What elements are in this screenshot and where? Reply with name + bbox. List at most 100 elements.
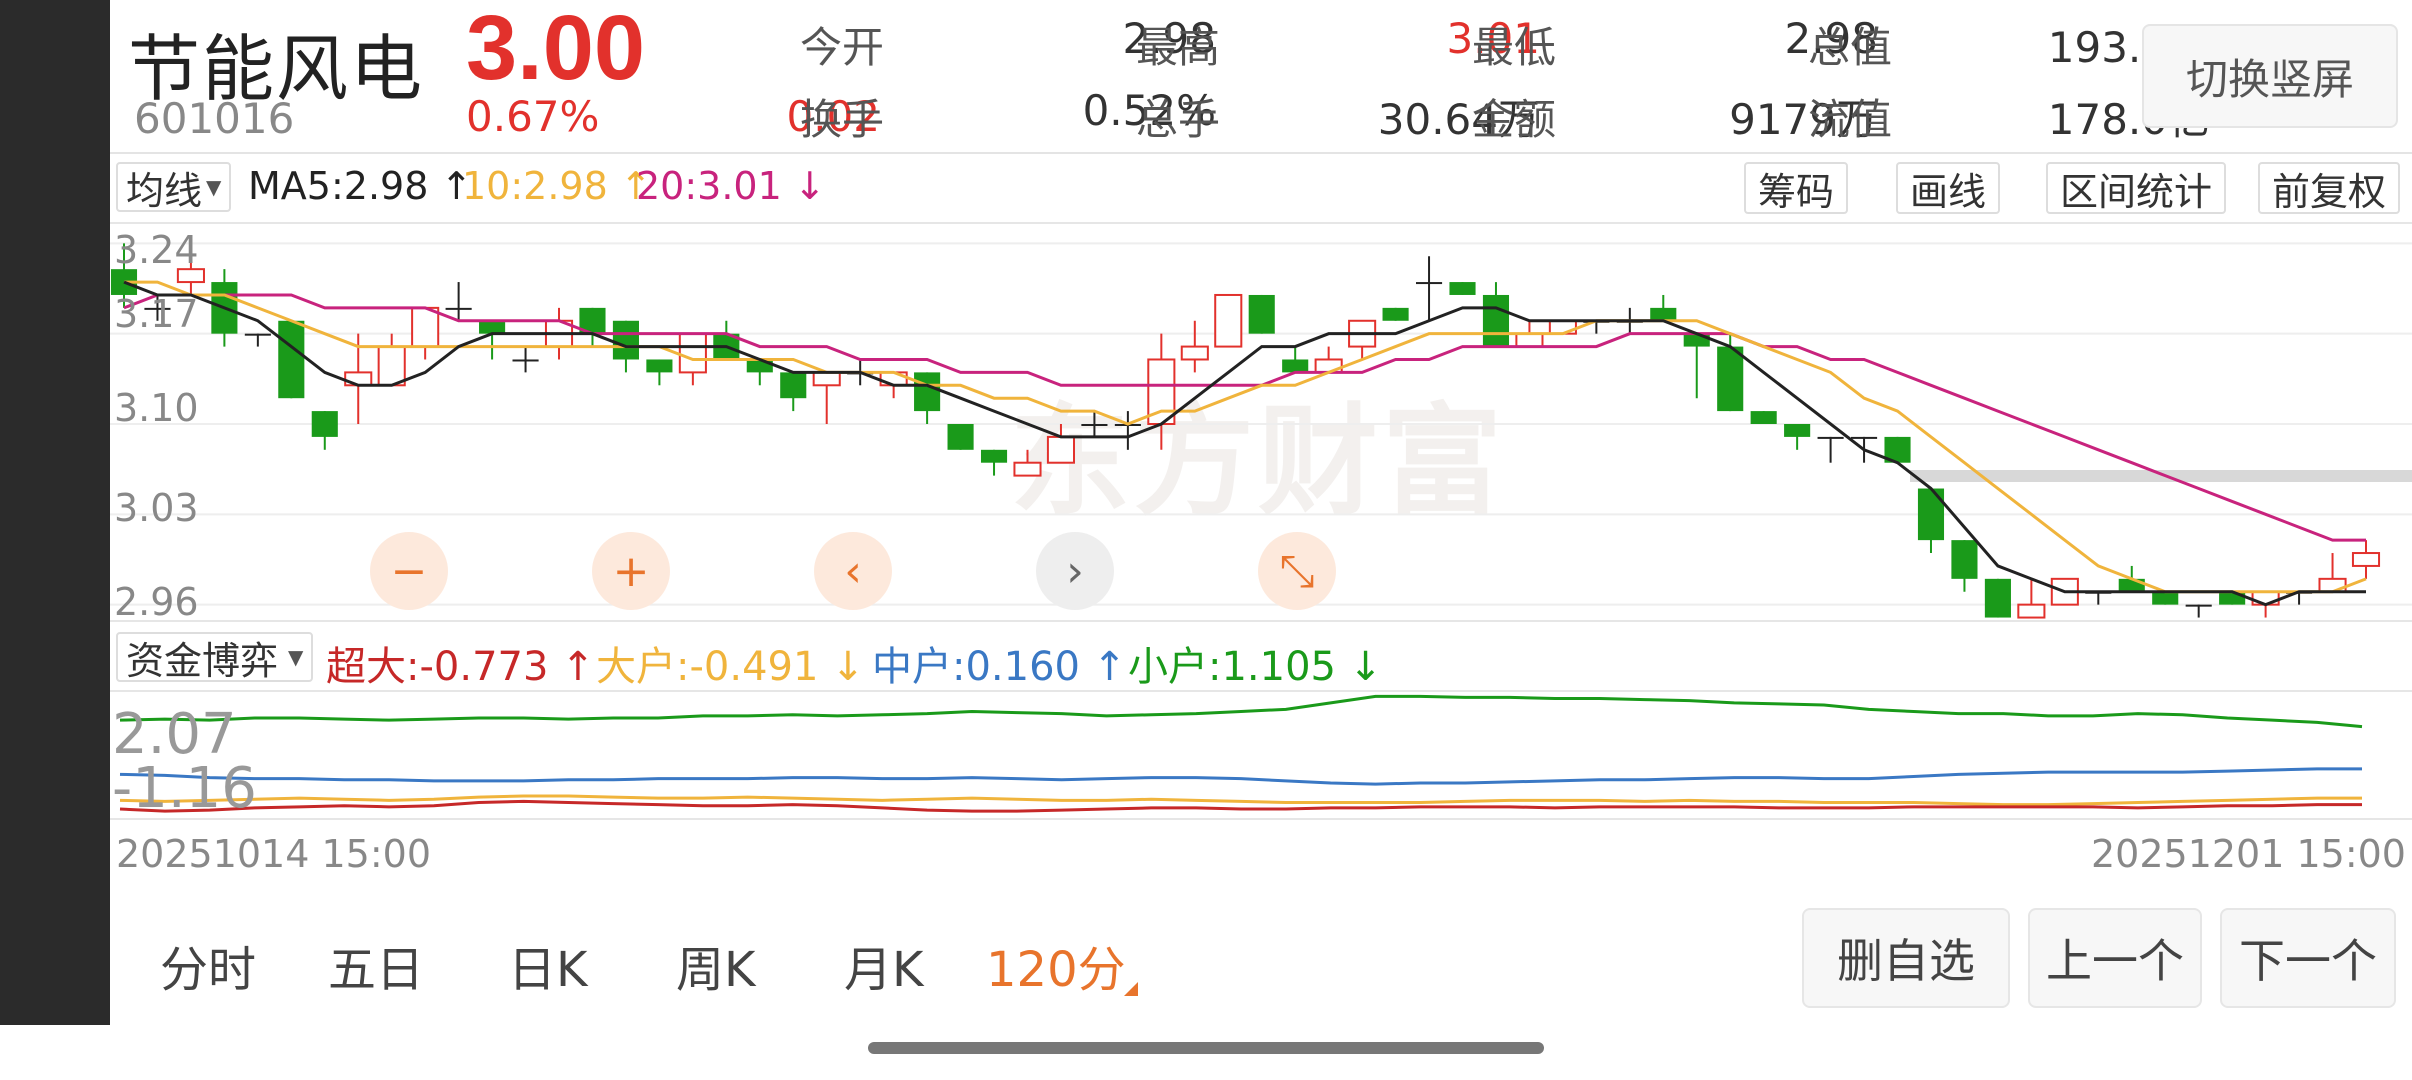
candle-body bbox=[1415, 282, 1443, 285]
candle bbox=[1817, 436, 1844, 463]
fund-select-label: 资金博弈 bbox=[126, 638, 279, 683]
arrow-down-icon: ↓ bbox=[831, 644, 865, 690]
candle bbox=[713, 320, 740, 360]
super-large-legend: 超大:-0.773 ↑ bbox=[326, 644, 595, 690]
quote-label-turnover: 换手 bbox=[800, 95, 885, 144]
candle-body bbox=[947, 424, 974, 450]
candle bbox=[377, 333, 406, 387]
zoom-out-button[interactable]: − bbox=[370, 532, 448, 610]
scroll-left-button[interactable]: ‹ bbox=[814, 532, 892, 610]
candle bbox=[1415, 256, 1443, 321]
quote-label-low: 最低 bbox=[1472, 23, 1557, 72]
ma-indicator-bar: 均线 ▼ MA5:2.98 ↑ 10:2.98 ↑ 20:3.01 ↓ 筹码 画线… bbox=[110, 156, 2412, 218]
fund-select-dropdown[interactable]: 资金博弈 ▼ bbox=[116, 632, 314, 683]
candle bbox=[1046, 424, 1076, 464]
candle bbox=[1650, 294, 1677, 321]
candle-body bbox=[512, 359, 539, 362]
forward-adjust-button[interactable]: 前复权 bbox=[2258, 162, 2401, 214]
candle bbox=[1013, 449, 1042, 477]
remove-watchlist-button[interactable]: 删自选 bbox=[1802, 908, 2010, 1008]
candle-body bbox=[2017, 603, 2046, 619]
zoom-in-button[interactable]: + bbox=[592, 532, 670, 610]
tab-intraday[interactable]: 分时 bbox=[160, 930, 256, 1000]
candle bbox=[1750, 411, 1777, 424]
collapse-icon: ⤡ bbox=[1279, 545, 1315, 597]
quote-label-high: 最高 bbox=[1136, 23, 1221, 72]
change-percent: 0.67% bbox=[466, 92, 600, 141]
candle-body bbox=[1214, 293, 1243, 348]
candle-body bbox=[1750, 411, 1777, 424]
y-tick-label: 3.10 bbox=[114, 386, 199, 430]
ma-select-label: 均线 bbox=[126, 168, 203, 213]
switch-portrait-button[interactable]: 切换竖屏 bbox=[2142, 24, 2398, 128]
candle bbox=[1248, 294, 1275, 334]
fund-flow-chart[interactable]: 2.07 -1.16 bbox=[110, 690, 2412, 820]
tab-monthly-k[interactable]: 月K bbox=[844, 930, 923, 1000]
ma10-line bbox=[124, 280, 2367, 594]
next-stock-button[interactable]: 下一个 bbox=[2220, 908, 2396, 1008]
arrow-down-icon: ↓ bbox=[1348, 644, 1383, 690]
candle-body bbox=[377, 345, 406, 387]
quote-label-market-cap: 总值 bbox=[1808, 23, 1893, 72]
candle-body bbox=[1717, 346, 1744, 412]
fund-y-bottom-label: -1.16 bbox=[112, 756, 257, 820]
kline-chart[interactable]: 东方财富 3.24 3.17 3.10 3.03 2.96 − + ‹ › ⤡ bbox=[110, 222, 2412, 622]
fund-mid-line bbox=[119, 767, 2362, 786]
tab-weekly-k[interactable]: 周K bbox=[676, 930, 755, 1000]
candle bbox=[1382, 307, 1409, 321]
candle bbox=[1114, 411, 1141, 450]
quote-label-amount: 金额 bbox=[1472, 95, 1557, 144]
ma20-legend: 20:3.01 ↓ bbox=[636, 164, 826, 208]
large-legend: 大户:-0.491 ↓ bbox=[596, 644, 865, 690]
range-stats-button[interactable]: 区间统计 bbox=[2046, 162, 2227, 214]
minus-icon: − bbox=[390, 545, 428, 597]
candle bbox=[512, 346, 539, 373]
candle bbox=[1348, 319, 1377, 360]
candle bbox=[914, 372, 941, 424]
candle bbox=[278, 320, 305, 399]
ma-select-dropdown[interactable]: 均线 ▼ bbox=[116, 162, 232, 213]
candle-body bbox=[1282, 359, 1309, 373]
candle-body bbox=[678, 332, 707, 374]
candle-body bbox=[1046, 435, 1076, 464]
tab-daily-k[interactable]: 日K bbox=[508, 930, 587, 1000]
y-tick-label: 2.96 bbox=[114, 580, 199, 622]
reset-zoom-button[interactable]: ⤡ bbox=[1258, 532, 1336, 610]
ma20-line bbox=[123, 293, 2366, 542]
scroll-right-button[interactable]: › bbox=[1036, 532, 1114, 610]
chevron-left-icon: ‹ bbox=[844, 545, 862, 597]
plus-icon: + bbox=[612, 545, 650, 597]
candle bbox=[579, 307, 606, 347]
caret-down-icon: ▼ bbox=[206, 175, 222, 199]
candle-body bbox=[1951, 540, 1978, 579]
quote-label-open: 今开 bbox=[800, 23, 885, 72]
candle-body bbox=[812, 371, 841, 387]
candle-body bbox=[1851, 436, 1878, 439]
chips-button[interactable]: 筹码 bbox=[1744, 162, 1849, 214]
candle-body bbox=[1650, 307, 1677, 321]
date-axis: 20251014 15:00 20251201 15:00 bbox=[110, 826, 2412, 886]
candle bbox=[2017, 578, 2046, 619]
candle bbox=[1482, 282, 1510, 347]
candle-body bbox=[311, 411, 338, 437]
candle-body bbox=[1984, 578, 2011, 618]
candle bbox=[1449, 282, 1476, 295]
fund-small-line bbox=[119, 694, 2363, 729]
stock-code: 601016 bbox=[134, 94, 295, 143]
draw-line-button[interactable]: 画线 bbox=[1896, 162, 2001, 214]
home-indicator[interactable] bbox=[868, 1042, 1544, 1054]
candle-body bbox=[1449, 282, 1476, 295]
candle bbox=[411, 306, 440, 360]
tab-five-day[interactable]: 五日 bbox=[328, 930, 424, 1000]
candle bbox=[2185, 604, 2212, 618]
candle-body bbox=[2351, 552, 2381, 567]
tab-120min[interactable]: 120分 bbox=[986, 930, 1138, 1000]
candle-body bbox=[980, 449, 1008, 463]
medium-legend: 中户:0.160 ↑ bbox=[872, 644, 1127, 690]
candle bbox=[1214, 293, 1243, 348]
previous-stock-button[interactable]: 上一个 bbox=[2028, 908, 2202, 1008]
candle-body bbox=[1382, 307, 1409, 321]
candle-body bbox=[612, 320, 639, 360]
end-date-label: 20251201 15:00 bbox=[2090, 832, 2406, 876]
candle-body bbox=[445, 307, 472, 310]
